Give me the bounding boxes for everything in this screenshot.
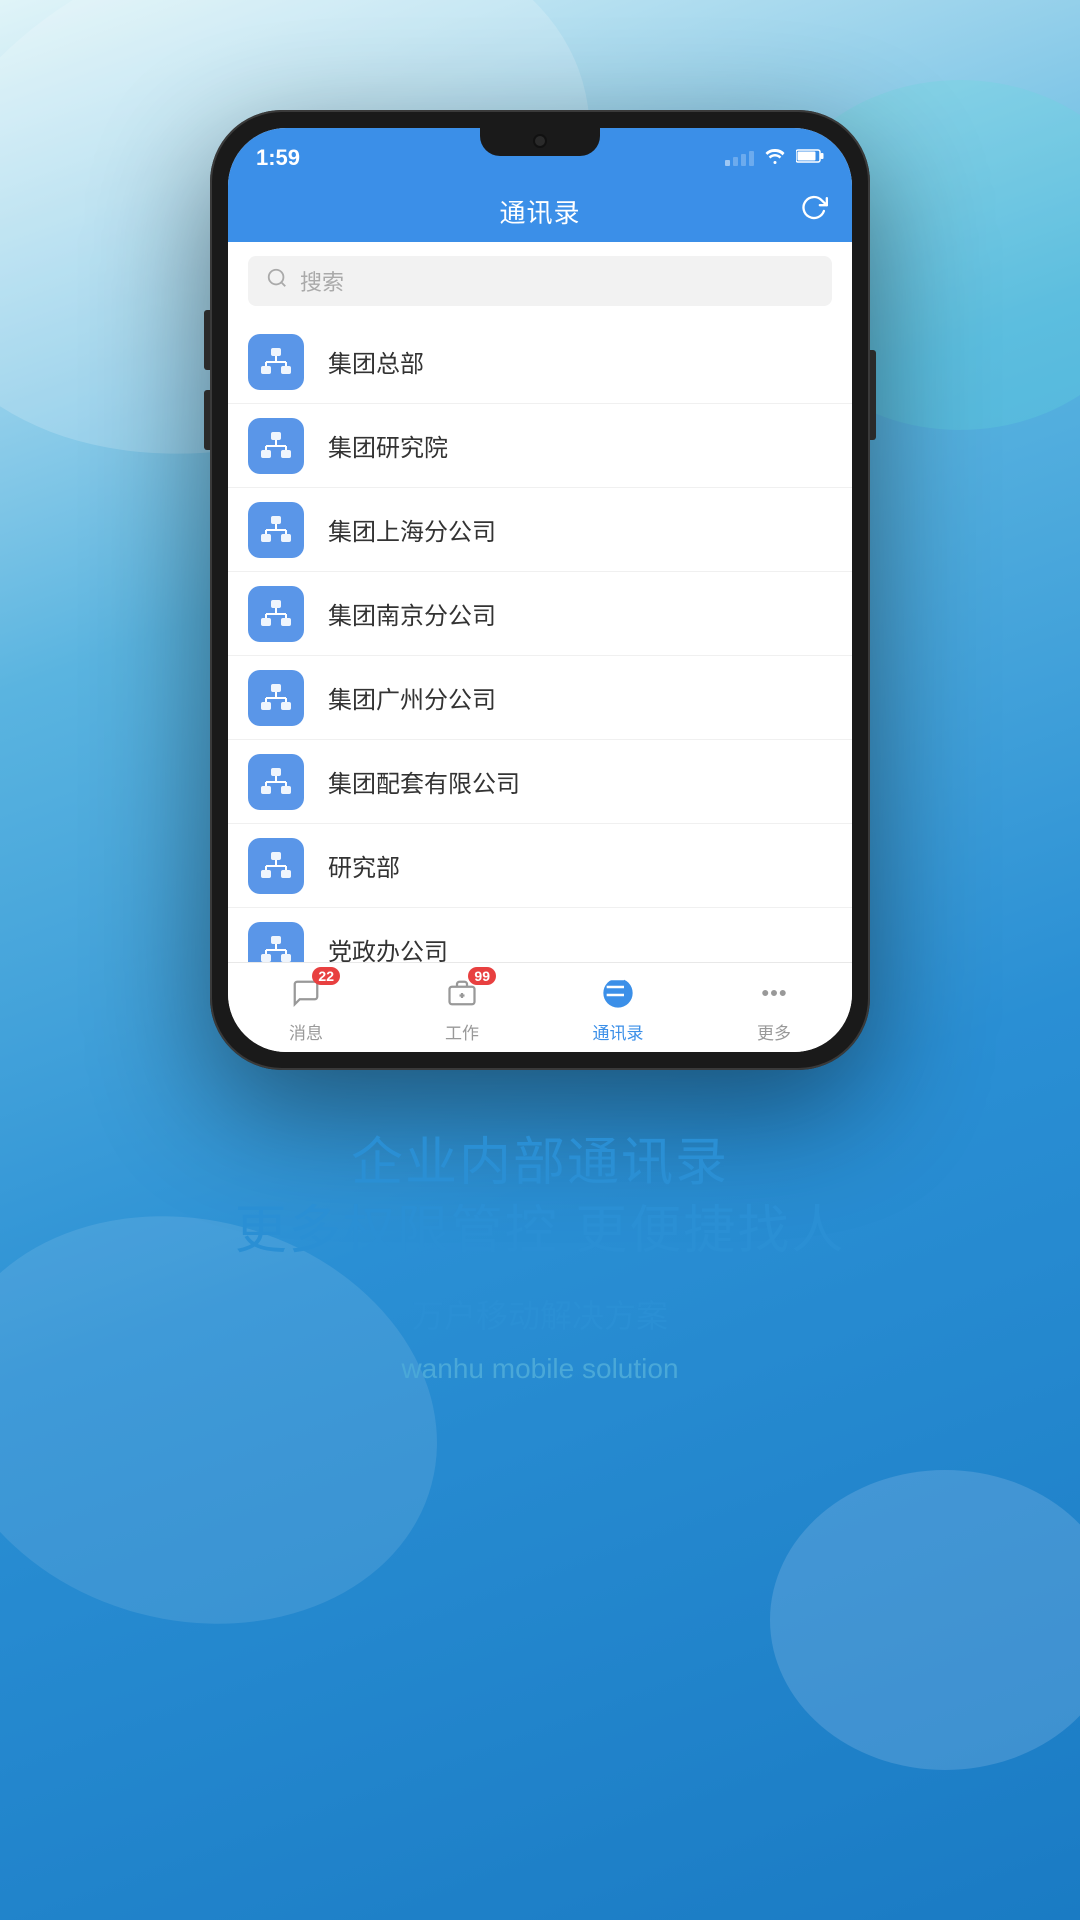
status-time: 1:59 — [256, 145, 300, 171]
tab-badge-work: 99 — [468, 967, 496, 985]
tab-messages[interactable]: 22 消息 — [228, 963, 384, 1052]
list-item-label: 集团广州分公司 — [328, 680, 496, 715]
org-icon — [248, 586, 304, 642]
list-item-label: 集团总部 — [328, 344, 424, 379]
tab-icon-contacts — [596, 971, 640, 1015]
tab-label-contacts: 通讯录 — [593, 1019, 644, 1044]
tab-label-messages: 消息 — [289, 1019, 323, 1044]
search-placeholder-text: 搜索 — [300, 265, 344, 297]
contacts-list: 集团总部 集团研究院 — [228, 320, 852, 962]
refresh-icon[interactable] — [800, 194, 828, 229]
list-item[interactable]: 集团研究院 — [228, 404, 852, 488]
camera-dot — [533, 134, 547, 148]
tab-icon-more — [752, 971, 796, 1015]
search-bar[interactable]: 搜索 — [248, 256, 832, 306]
list-item-label: 研究部 — [328, 848, 400, 883]
brand-cn: 万户移动解决方案 — [412, 1291, 668, 1337]
org-icon — [248, 838, 304, 894]
bottom-section: 企业内部通讯录 更多权限管控 更便捷找人 万户移动解决方案 wanhu mobi… — [235, 1130, 845, 1385]
list-item[interactable]: 集团广州分公司 — [228, 656, 852, 740]
tab-icon-work: 99 — [440, 971, 484, 1015]
tab-more[interactable]: 更多 — [696, 963, 852, 1052]
tab-work[interactable]: 99 工作 — [384, 963, 540, 1052]
list-item-label: 集团研究院 — [328, 428, 448, 463]
list-item[interactable]: 研究部 — [228, 824, 852, 908]
list-item-label: 集团南京分公司 — [328, 596, 496, 631]
org-icon — [248, 754, 304, 810]
org-icon — [248, 502, 304, 558]
org-icon — [248, 670, 304, 726]
list-item-label: 党政办公司 — [328, 932, 448, 962]
status-icons — [725, 148, 824, 169]
search-icon — [266, 267, 288, 295]
org-icon — [248, 418, 304, 474]
phone-mockup: 1:59 — [210, 110, 870, 1070]
phone-notch — [480, 128, 600, 156]
list-item[interactable]: 党政办公司 — [228, 908, 852, 962]
header-bar: 通讯录 — [228, 180, 852, 242]
search-container: 搜索 — [228, 242, 852, 320]
volume-down-button — [204, 390, 210, 450]
volume-up-button — [204, 310, 210, 370]
battery-icon — [796, 149, 824, 168]
list-item[interactable]: 集团总部 — [228, 320, 852, 404]
list-item-label: 集团上海分公司 — [328, 512, 496, 547]
tab-label-work: 工作 — [445, 1019, 479, 1044]
tab-badge-messages: 22 — [312, 967, 340, 985]
list-item[interactable]: 集团南京分公司 — [228, 572, 852, 656]
list-item-label: 集团配套有限公司 — [328, 764, 520, 799]
list-item[interactable]: 集团配套有限公司 — [228, 740, 852, 824]
tab-label-more: 更多 — [757, 1019, 791, 1044]
org-icon — [248, 922, 304, 963]
org-icon — [248, 334, 304, 390]
signal-icon — [725, 151, 754, 166]
tab-bar: 22 消息 99 工作 通讯录 更多 — [228, 962, 852, 1052]
page-title: 通讯录 — [499, 193, 580, 230]
list-item[interactable]: 集团上海分公司 — [228, 488, 852, 572]
brand-en: wanhu mobile solution — [401, 1353, 678, 1385]
tab-icon-messages: 22 — [284, 971, 328, 1015]
tab-contacts[interactable]: 通讯录 — [540, 963, 696, 1052]
wifi-icon — [764, 148, 786, 169]
tagline-main: 企业内部通讯录 更多权限管控 更便捷找人 — [235, 1130, 845, 1265]
power-button — [870, 350, 876, 440]
